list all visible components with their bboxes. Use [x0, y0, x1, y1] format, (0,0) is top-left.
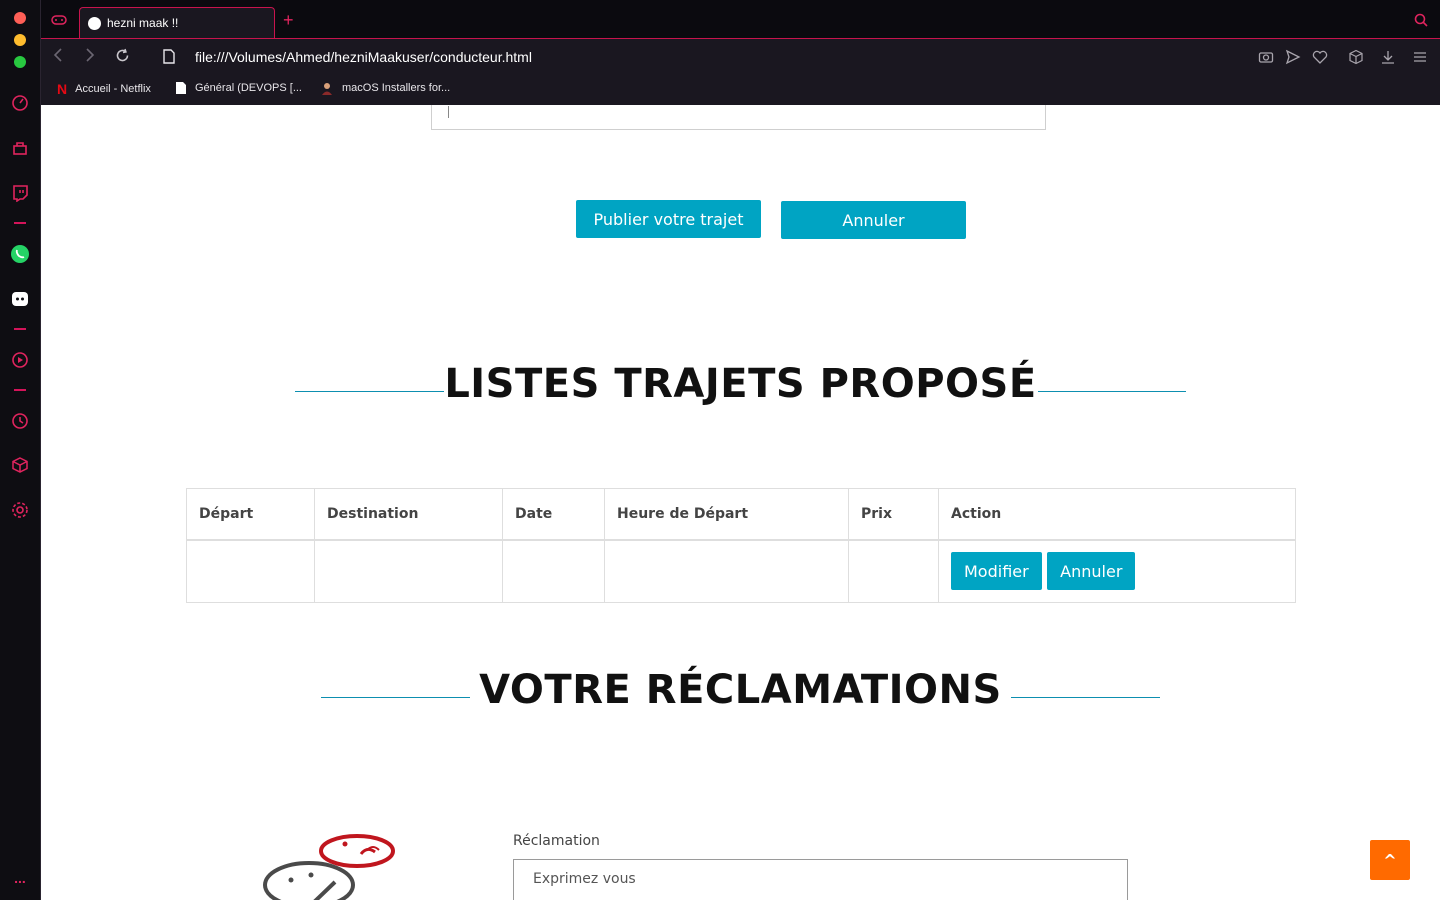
reload-icon[interactable]	[115, 48, 130, 68]
cube-icon[interactable]	[1348, 49, 1364, 65]
publish-trip-button[interactable]: Publier votre trajet	[576, 200, 761, 238]
shopping-icon[interactable]	[10, 138, 30, 158]
complaint-label: Réclamation	[513, 833, 600, 849]
new-tab-button[interactable]: +	[283, 10, 294, 31]
complaint-textarea[interactable]: Exprimez vous	[513, 859, 1128, 900]
bookmark-devops[interactable]: Général (DEVOPS [...	[175, 81, 302, 95]
trips-table: Départ Destination Date Heure de Départ …	[186, 488, 1296, 603]
cell-price	[848, 539, 939, 603]
trips-heading: LISTES TRAJETS PROPOSÉ	[444, 361, 1037, 407]
table-header-row: Départ Destination Date Heure de Départ …	[186, 488, 1296, 541]
sidebar-divider	[14, 389, 26, 391]
bookmark-netflix[interactable]: N Accueil - Netflix	[57, 81, 151, 97]
sidebar-more-icon[interactable]: ...	[10, 868, 30, 888]
cell-action: Modifier Annuler	[938, 539, 1296, 603]
settings-gear-icon[interactable]	[10, 500, 30, 520]
easy-setup-icon[interactable]	[1412, 49, 1428, 65]
col-action: Action	[938, 488, 1296, 541]
web-page: Publier votre trajet Annuler LISTES TRAJ…	[41, 105, 1440, 900]
description-textarea[interactable]	[431, 105, 1046, 130]
col-destination: Destination	[314, 488, 503, 541]
heading-decor-line-right	[1011, 697, 1160, 698]
player-icon[interactable]	[10, 350, 30, 370]
url-field[interactable]: file:///Volumes/Ahmed/hezniMaakuser/cond…	[195, 49, 532, 65]
complaints-heading: VOTRE RÉCLAMATIONS	[479, 667, 1002, 713]
forward-arrow-icon[interactable]	[85, 48, 95, 67]
col-date: Date	[502, 488, 605, 541]
extensions-icon[interactable]	[10, 455, 30, 475]
table-row: Modifier Annuler	[186, 539, 1296, 603]
cancel-button[interactable]: Annuler	[781, 201, 966, 239]
cell-departure-time	[604, 539, 849, 603]
text-caret	[448, 106, 449, 118]
col-depart: Départ	[186, 488, 315, 541]
avatar-icon	[322, 83, 332, 95]
camera-icon[interactable]	[1258, 49, 1274, 65]
col-departure-time: Heure de Départ	[604, 488, 849, 541]
netflix-icon: N	[57, 81, 68, 97]
history-icon[interactable]	[10, 411, 30, 431]
scroll-to-top-button[interactable]: ^	[1370, 840, 1410, 880]
download-icon[interactable]	[1380, 49, 1396, 65]
gx-corner-icon[interactable]	[51, 13, 67, 27]
twitch-icon[interactable]	[10, 183, 30, 203]
cell-date	[502, 539, 605, 603]
tab-hezni-maak[interactable]: hezni maak !!	[79, 7, 275, 38]
complaint-faces-illustration	[263, 834, 395, 900]
speed-dial-icon[interactable]	[10, 93, 30, 113]
sidebar-divider	[14, 222, 26, 224]
browser-sidebar: ...	[0, 0, 41, 900]
whatsapp-icon[interactable]	[10, 244, 30, 264]
col-price: Prix	[848, 488, 939, 541]
bookmark-label: Accueil - Netflix	[75, 83, 151, 95]
address-bar: file:///Volumes/Ahmed/hezniMaakuser/cond…	[41, 38, 1440, 74]
discord-icon[interactable]	[10, 289, 30, 309]
modify-trip-button[interactable]: Modifier	[951, 552, 1042, 591]
bookmarks-bar: N Accueil - Netflix Général (DEVOPS [...…	[41, 74, 1440, 105]
send-icon[interactable]	[1285, 49, 1301, 65]
complaint-placeholder: Exprimez vous	[533, 871, 636, 887]
close-window-button[interactable]	[14, 12, 26, 24]
file-page-icon	[163, 49, 175, 69]
cell-depart	[186, 539, 315, 603]
bookmark-label: Général (DEVOPS [...	[195, 82, 302, 94]
bookmark-label: macOS Installers for...	[342, 82, 451, 94]
document-icon	[176, 82, 186, 94]
heading-decor-line-right	[1038, 391, 1186, 392]
bookmark-macos[interactable]: macOS Installers for...	[320, 81, 450, 95]
sidebar-divider	[14, 328, 26, 330]
back-arrow-icon[interactable]	[53, 48, 63, 67]
tab-title: hezni maak !!	[107, 16, 179, 30]
cell-destination	[314, 539, 503, 603]
tab-bar: hezni maak !! +	[41, 0, 1440, 38]
search-tabs-icon[interactable]	[1414, 13, 1428, 32]
cancel-trip-button[interactable]: Annuler	[1047, 552, 1136, 591]
zoom-window-button[interactable]	[14, 56, 26, 68]
globe-icon	[88, 16, 101, 30]
minimize-window-button[interactable]	[14, 34, 26, 46]
heart-icon[interactable]	[1312, 49, 1328, 65]
